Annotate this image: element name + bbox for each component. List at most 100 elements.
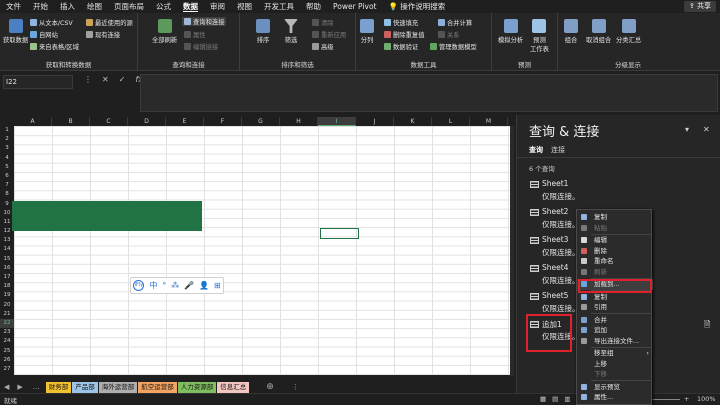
row-header-22[interactable]: 22 (0, 318, 14, 329)
column-header-D[interactable]: D (128, 117, 166, 126)
ungroup-button[interactable]: 取消组合 (586, 19, 611, 44)
menu-draw[interactable]: 绘图 (81, 0, 108, 13)
subtotal-button[interactable]: 分类汇总 (616, 19, 641, 44)
row-header-18[interactable]: 18 (0, 282, 14, 291)
page-layout-view-icon[interactable]: ▤ (552, 395, 558, 403)
tab-options-icon[interactable]: ⋮ (288, 383, 303, 391)
sheet-tab-5[interactable]: 信息汇总 (217, 381, 250, 393)
menu-developer[interactable]: 开发工具 (258, 0, 300, 13)
row-header-4[interactable]: 4 (0, 154, 14, 163)
row-header-24[interactable]: 24 (0, 337, 14, 346)
menu-item-refresh[interactable]: 刷新 (577, 267, 653, 278)
column-header-M[interactable]: M (470, 117, 508, 126)
from-table-button[interactable]: 来自表格/区域 (30, 42, 79, 51)
sheet-tab-4[interactable]: 人力资源部 (177, 381, 217, 393)
apps-grid-icon[interactable]: ⊞ (214, 281, 221, 290)
tab-next-icon[interactable]: ▶ (13, 383, 26, 391)
row-header-15[interactable]: 15 (0, 255, 14, 264)
menu-view[interactable]: 视图 (231, 0, 258, 13)
sheet-tab-1[interactable]: 产品部 (72, 381, 98, 393)
column-header-G[interactable]: G (242, 117, 280, 126)
column-header-C[interactable]: C (90, 117, 128, 126)
row-header-1[interactable]: 1 (0, 126, 14, 135)
row-header-2[interactable]: 2 (0, 135, 14, 144)
query-item[interactable]: Sheet1 仅限连接。 (528, 179, 714, 205)
ime-chinese-mode[interactable]: 中 (149, 280, 157, 291)
row-header-5[interactable]: 5 (0, 163, 14, 172)
row-header-6[interactable]: 6 (0, 172, 14, 181)
sheet-tab-2[interactable]: 海外运营部 (98, 381, 138, 393)
clear-filter-button[interactable]: 清除 (312, 18, 334, 27)
pane-options-icon[interactable]: ▾ (685, 125, 689, 134)
share-button[interactable]: ⇪ 共享 (683, 1, 716, 12)
add-sheet-icon[interactable]: ⊕ (262, 382, 278, 392)
row-header-19[interactable]: 19 (0, 291, 14, 300)
row-header-8[interactable]: 8 (0, 190, 14, 199)
menu-help[interactable]: 帮助 (300, 0, 327, 13)
menu-insert[interactable]: 插入 (54, 0, 81, 13)
normal-view-icon[interactable]: ▦ (540, 395, 546, 403)
text-to-columns-button[interactable]: 分列 (360, 19, 374, 44)
tab-more-icon[interactable]: … (27, 383, 46, 391)
zoom-level[interactable]: 100% (697, 395, 716, 403)
menu-formulas[interactable]: 公式 (150, 0, 177, 13)
row-header-3[interactable]: 3 (0, 144, 14, 153)
ime-punctuation-icon[interactable]: ° (162, 281, 166, 290)
row-header-21[interactable]: 21 (0, 310, 14, 319)
recent-sources-button[interactable]: 最近使用的源 (86, 18, 133, 27)
more-icon[interactable]: ⋮ (84, 75, 92, 84)
menu-item-move-up[interactable]: 上移 (577, 359, 653, 370)
remove-duplicates-button[interactable]: 删除重复值 (384, 30, 424, 39)
menu-review[interactable]: 审阅 (204, 0, 231, 13)
page-break-view-icon[interactable]: ▥ (564, 395, 570, 403)
sheet-tab-0[interactable]: 财务部 (45, 381, 72, 393)
menu-home[interactable]: 开始 (27, 0, 54, 13)
menu-item-move-down[interactable]: 下移 (577, 369, 653, 380)
column-header-I[interactable]: I (318, 117, 356, 126)
menu-item-copy[interactable]: 复制 (577, 212, 653, 223)
menu-page-layout[interactable]: 页面布局 (108, 0, 150, 13)
menu-power-pivot[interactable]: Power Pivot (327, 0, 382, 13)
menu-item-reference[interactable]: 引用 (577, 302, 653, 313)
ime-dots-icon[interactable]: ⁂ (171, 281, 179, 290)
column-header-K[interactable]: K (394, 117, 432, 126)
column-header-J[interactable]: J (356, 117, 394, 126)
group-button[interactable]: 组合 (564, 19, 578, 44)
sheet-tab-3[interactable]: 航空运营部 (138, 381, 177, 393)
menu-item-show-preview[interactable]: 显示预览 (577, 382, 653, 393)
menu-item-append[interactable]: 追加 (577, 325, 653, 336)
menu-item-paste[interactable]: 粘贴 (577, 223, 653, 234)
sort-button[interactable]: 排序 (256, 19, 270, 44)
row-header-16[interactable]: 16 (0, 264, 14, 273)
from-web-button[interactable]: 自网站 (30, 30, 58, 39)
what-if-button[interactable]: 模拟分析 (498, 19, 523, 44)
menu-item-delete[interactable]: 删除 (577, 246, 653, 257)
row-header-17[interactable]: 17 (0, 273, 14, 282)
menu-item-export-connection[interactable]: 导出连接文件... (577, 336, 653, 347)
tell-me-search[interactable]: 💡 操作说明搜索 (382, 0, 451, 13)
consolidate-button[interactable]: 合并计算 (438, 18, 472, 27)
menu-data[interactable]: 数据 (177, 0, 204, 13)
cell-grid[interactable] (14, 126, 510, 375)
column-header-A[interactable]: A (14, 117, 52, 126)
forecast-sheet-button[interactable]: 预测 工作表 (530, 19, 549, 53)
formula-input[interactable] (140, 74, 718, 112)
zoom-in-icon[interactable]: + (684, 395, 689, 403)
refresh-all-button[interactable]: 全部刷新 (152, 19, 177, 44)
menu-file[interactable]: 文件 (0, 0, 27, 13)
user-icon[interactable]: 👤 (199, 281, 209, 290)
cancel-icon[interactable]: ✕ (102, 75, 109, 84)
from-text-button[interactable]: 从文本/CSV (30, 18, 73, 27)
row-header-20[interactable]: 20 (0, 301, 14, 310)
menu-item-properties[interactable]: 属性... (577, 392, 653, 403)
close-pane-icon[interactable]: ✕ (703, 125, 710, 134)
menu-item-merge[interactable]: 合并 (577, 315, 653, 326)
menu-item-duplicate[interactable]: 复制 (577, 292, 653, 303)
menu-item-move-to-group[interactable]: 移至组 › (577, 348, 653, 359)
enter-icon[interactable]: ✓ (119, 75, 126, 84)
column-header-H[interactable]: H (280, 117, 318, 126)
manage-data-model-button[interactable]: 管理数据模型 (430, 42, 477, 51)
column-header-L[interactable]: L (432, 117, 470, 126)
relationships-button[interactable]: 关系 (438, 30, 460, 39)
advanced-filter-button[interactable]: 高级 (312, 42, 334, 51)
